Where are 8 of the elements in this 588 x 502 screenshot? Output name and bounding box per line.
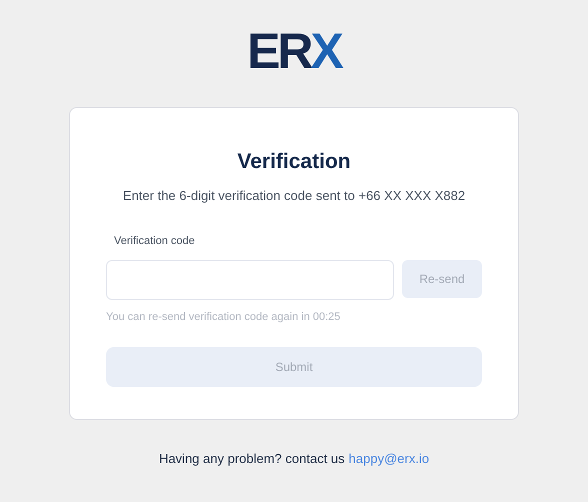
page-title: Verification — [236, 149, 352, 175]
logo: ERX — [247, 26, 341, 76]
code-input-field[interactable] — [106, 260, 394, 300]
field-label: Verification code — [114, 234, 196, 249]
countdown-text: You can re-send verification code again in 00:25 — [106, 310, 342, 324]
help-text: Having any problem? contact us — [158, 450, 345, 468]
instruction-text: Enter the 6-digit verification code sent to +66 XX XXX X882 — [122, 186, 466, 205]
email-link[interactable]: happy@erx.io — [348, 449, 430, 468]
